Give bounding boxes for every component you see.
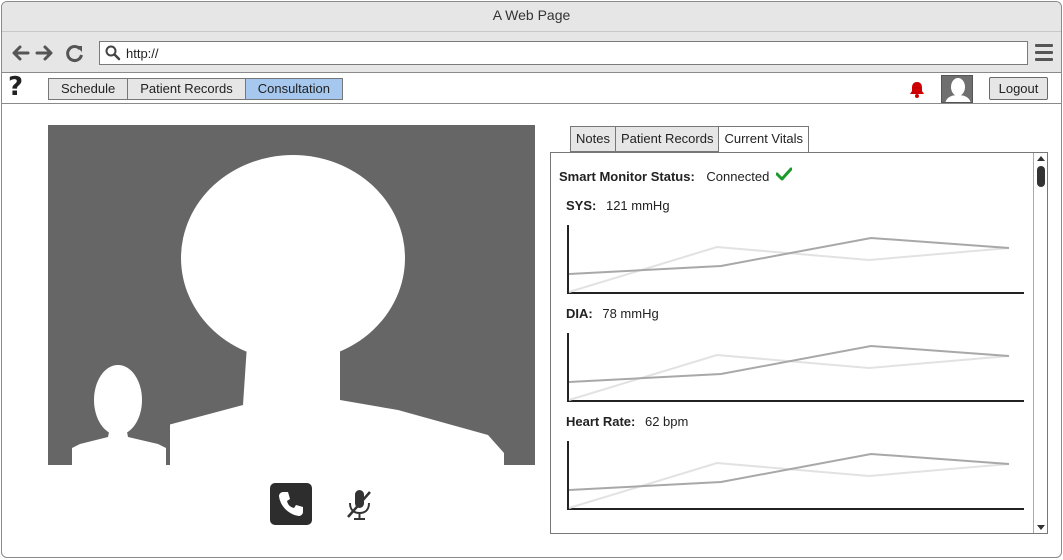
tab-notes[interactable]: Notes bbox=[570, 126, 615, 152]
end-call-button[interactable] bbox=[270, 483, 312, 525]
url-text: http:// bbox=[126, 46, 159, 61]
forward-arrow-icon[interactable] bbox=[35, 43, 55, 63]
scroll-thumb[interactable] bbox=[1037, 166, 1045, 187]
app-header: ? Schedule Patient Records Consultation … bbox=[2, 72, 1061, 104]
monitor-status-label: Smart Monitor Status: bbox=[559, 169, 695, 184]
checkmark-icon bbox=[776, 167, 792, 181]
vital-sparkline-dia bbox=[567, 333, 1024, 402]
back-arrow-icon[interactable] bbox=[10, 43, 30, 63]
main-nav-tabs: Schedule Patient Records Consultation bbox=[48, 78, 343, 100]
url-bar[interactable]: http:// bbox=[99, 41, 1028, 65]
tab-patient-records[interactable]: Patient Records bbox=[128, 79, 246, 99]
tab-consultation[interactable]: Consultation bbox=[245, 79, 342, 99]
tab-panel-patient-records[interactable]: Patient Records bbox=[614, 126, 719, 152]
vital-dia: DIA: 78 mmHg bbox=[566, 306, 659, 321]
video-feed bbox=[48, 125, 535, 465]
help-icon[interactable]: ? bbox=[8, 72, 23, 102]
notification-bell-icon[interactable] bbox=[908, 81, 926, 98]
vital-value: 78 mmHg bbox=[602, 306, 659, 321]
phone-icon bbox=[279, 492, 303, 516]
hamburger-menu-icon[interactable] bbox=[1035, 44, 1053, 62]
vital-sys: SYS: 121 mmHg bbox=[566, 198, 670, 213]
vital-label: SYS: bbox=[566, 198, 597, 213]
vital-label: Heart Rate: bbox=[566, 414, 636, 429]
monitor-status-row: Smart Monitor Status: Connected bbox=[559, 169, 769, 184]
window-title: A Web Page bbox=[492, 7, 571, 23]
vital-sparkline-heart-rate bbox=[567, 441, 1024, 510]
user-avatar-icon[interactable] bbox=[941, 75, 973, 103]
browser-window: A Web Page http:// ? Schedule Patient Re… bbox=[1, 1, 1062, 558]
mute-mic-icon bbox=[347, 490, 371, 520]
vital-value: 121 mmHg bbox=[605, 198, 670, 213]
window-titlebar: A Web Page bbox=[2, 2, 1061, 32]
tab-current-vitals[interactable]: Current Vitals bbox=[718, 126, 809, 154]
search-icon bbox=[105, 45, 121, 61]
vital-label: DIA: bbox=[566, 306, 593, 321]
self-view-pip[interactable] bbox=[48, 362, 170, 465]
scroll-up-icon[interactable] bbox=[1037, 156, 1045, 161]
scroll-down-icon[interactable] bbox=[1037, 525, 1045, 530]
mute-button[interactable] bbox=[344, 487, 374, 523]
vital-heart-rate: Heart Rate: 62 bpm bbox=[566, 414, 688, 429]
monitor-status-value: Connected bbox=[706, 169, 770, 184]
browser-toolbar: http:// bbox=[2, 32, 1061, 73]
panel-tabs: Notes Patient Records Current Vitals bbox=[570, 126, 809, 154]
logout-button[interactable]: Logout bbox=[989, 77, 1048, 100]
panel-scrollbar[interactable] bbox=[1033, 153, 1047, 533]
reload-icon[interactable] bbox=[65, 43, 85, 63]
tab-schedule[interactable]: Schedule bbox=[49, 79, 129, 99]
vital-value: 62 bpm bbox=[644, 414, 689, 429]
vitals-panel: Smart Monitor Status: Connected SYS: 121… bbox=[550, 152, 1048, 534]
vital-sparkline-sys bbox=[567, 225, 1024, 294]
